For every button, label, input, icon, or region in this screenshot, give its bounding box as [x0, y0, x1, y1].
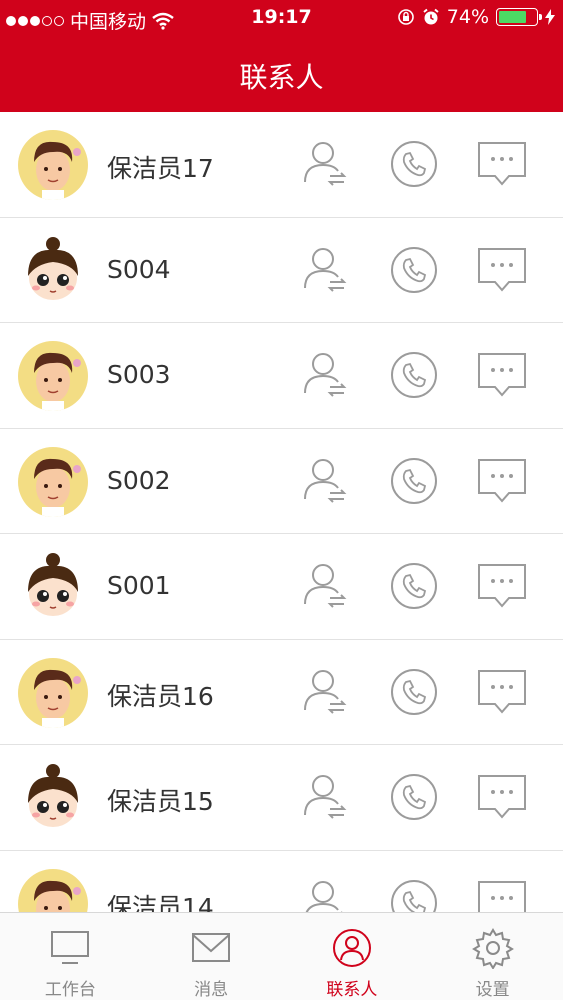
- call-button[interactable]: [388, 244, 440, 296]
- chat-bubble-icon: [476, 247, 528, 300]
- user-transfer-icon: [300, 775, 352, 827]
- contact-row[interactable]: S004: [0, 218, 563, 323]
- avatar: [18, 868, 88, 912]
- tab-bar: 工作台 消息 联系人 设置: [0, 912, 563, 1000]
- call-button[interactable]: [388, 349, 440, 401]
- user-transfer-icon: [300, 669, 352, 722]
- phone-icon: [388, 246, 440, 300]
- header: 中国移动 19:17 74% 联系人: [0, 0, 563, 112]
- tab-label: 消息: [194, 980, 229, 1000]
- contact-name: 保洁员16: [107, 681, 214, 711]
- avatar: [18, 446, 88, 517]
- chat-bubble-icon: [476, 775, 528, 827]
- contact-row[interactable]: S001: [0, 534, 563, 640]
- contact-name: S004: [107, 254, 171, 284]
- transfer-contact-button[interactable]: [300, 349, 352, 401]
- contact-row[interactable]: 保洁员14: [0, 851, 563, 913]
- tab-label: 联系人: [326, 980, 378, 1000]
- message-button[interactable]: [476, 560, 528, 612]
- transfer-contact-button[interactable]: [300, 138, 352, 190]
- chat-bubble-icon: [476, 142, 528, 194]
- avatar: [18, 341, 88, 411]
- envelope-icon: [190, 927, 232, 969]
- chat-bubble-icon: [476, 353, 528, 405]
- tab-label: 工作台: [44, 980, 96, 1000]
- alarm-icon: [423, 8, 439, 25]
- avatar: [18, 763, 88, 833]
- contact-name: 保洁员17: [107, 154, 214, 183]
- status-bar: 中国移动 19:17 74%: [0, 0, 563, 36]
- contact-name: S001: [107, 571, 171, 600]
- transfer-contact-button[interactable]: [300, 877, 352, 912]
- message-button[interactable]: [476, 349, 528, 401]
- contact-row[interactable]: 保洁员17: [0, 112, 563, 218]
- transfer-contact-button[interactable]: [300, 455, 352, 507]
- monitor-icon: [49, 927, 91, 969]
- message-button[interactable]: [476, 666, 528, 718]
- call-button[interactable]: [388, 138, 440, 190]
- chat-bubble-icon: [476, 564, 528, 616]
- battery-percent: 74%: [446, 6, 489, 28]
- battery-icon: [496, 8, 542, 26]
- avatar: [18, 130, 88, 200]
- call-button[interactable]: [388, 771, 440, 823]
- phone-icon: [388, 774, 440, 827]
- avatar: [18, 657, 88, 728]
- contact-row[interactable]: 保洁员16: [0, 640, 563, 745]
- tab-label: 设置: [475, 980, 510, 1000]
- contact-row[interactable]: S003: [0, 323, 563, 429]
- avatar: [18, 235, 88, 306]
- user-transfer-icon: [300, 458, 352, 511]
- tab-workbench[interactable]: 工作台: [0, 913, 141, 1000]
- user-transfer-icon: [300, 564, 352, 616]
- message-button[interactable]: [476, 877, 528, 912]
- phone-icon: [388, 352, 440, 405]
- page-title: 联系人: [239, 61, 324, 94]
- transfer-contact-button[interactable]: [300, 666, 352, 718]
- user-transfer-icon: [300, 353, 352, 405]
- avatar: [18, 552, 88, 622]
- contact-icon: [331, 927, 373, 969]
- contact-row[interactable]: 保洁员15: [0, 745, 563, 851]
- call-button[interactable]: [388, 560, 440, 612]
- tab-contacts[interactable]: 联系人: [282, 913, 423, 1000]
- transfer-contact-button[interactable]: [300, 771, 352, 823]
- message-button[interactable]: [476, 138, 528, 190]
- message-button[interactable]: [476, 244, 528, 296]
- tab-settings[interactable]: 设置: [422, 913, 563, 1000]
- chat-bubble-icon: [476, 458, 528, 511]
- gear-icon: [471, 927, 514, 970]
- message-button[interactable]: [476, 455, 528, 507]
- call-button[interactable]: [388, 455, 440, 507]
- phone-icon: [388, 141, 440, 194]
- contact-name: S002: [107, 465, 171, 495]
- contact-name: 保洁员15: [107, 787, 214, 816]
- contact-name: S003: [107, 360, 171, 389]
- call-button[interactable]: [388, 877, 440, 912]
- tab-messages[interactable]: 消息: [141, 913, 282, 1000]
- user-transfer-icon: [300, 142, 352, 194]
- phone-icon: [388, 457, 440, 511]
- user-transfer-icon: [300, 247, 352, 300]
- phone-icon: [388, 563, 440, 616]
- chat-bubble-icon: [476, 669, 528, 722]
- message-button[interactable]: [476, 771, 528, 823]
- call-button[interactable]: [388, 666, 440, 718]
- rotation-lock-icon: [397, 9, 414, 25]
- contact-list[interactable]: 保洁员17 S004 S003 S002 S001 保洁员16 保洁员15 保洁…: [0, 112, 563, 912]
- phone-icon: [388, 668, 440, 722]
- contact-name: 保洁员14: [107, 892, 214, 913]
- contact-row[interactable]: S002: [0, 429, 563, 534]
- transfer-contact-button[interactable]: [300, 244, 352, 296]
- transfer-contact-button[interactable]: [300, 560, 352, 612]
- charging-icon: [545, 9, 555, 25]
